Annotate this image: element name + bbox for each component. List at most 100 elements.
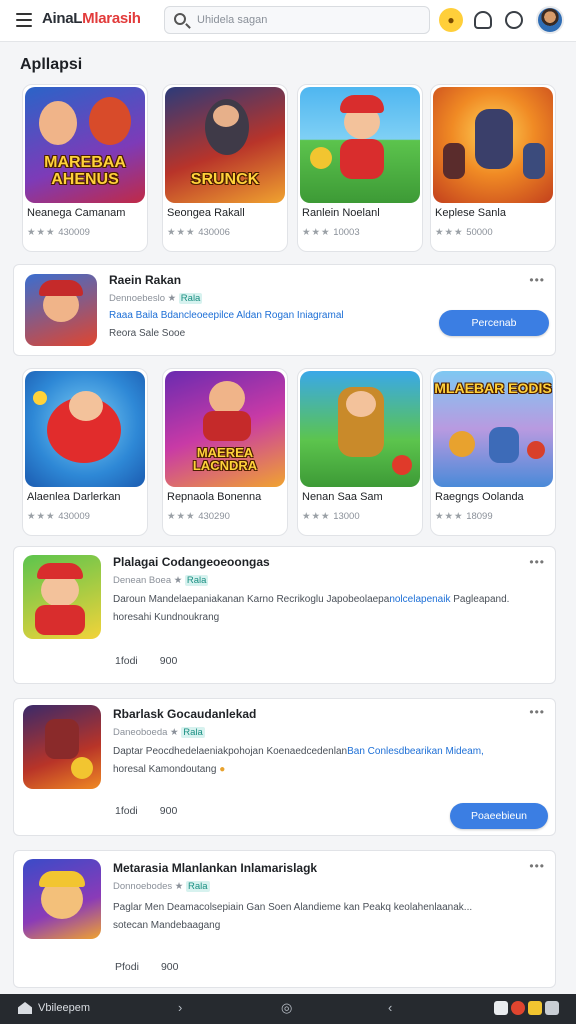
app-art-title: MAEREA LACNDRA [192, 444, 258, 474]
app-thumbnail [433, 87, 553, 203]
app-art-title: MLAEBAR EODIS [434, 380, 552, 396]
app-card[interactable]: Keplese Sanla ★★★ 50000 [430, 84, 556, 252]
list-item-thumbnail [23, 555, 101, 639]
app-thumbnail: MAEREA LACNDRA [165, 371, 285, 487]
list-item-subtitle: Daneoboeda ★ Rala [113, 727, 205, 738]
brand-logo[interactable]: AinaLMlarasih [42, 10, 141, 27]
avatar[interactable] [536, 6, 564, 34]
app-name: Neanega Camanam [27, 207, 126, 219]
list-item-action-button[interactable]: Poaeebieun [450, 803, 548, 829]
star-rating-icon: ★★★ [302, 511, 331, 522]
section-title: Apllapsi [20, 56, 83, 73]
star-rating-icon: ★★★ [435, 227, 464, 238]
app-name: Seongea Rakall [167, 207, 245, 219]
app-card[interactable]: Ranlein Noelanl ★★★ 10003 [297, 84, 423, 252]
app-meta: ★★★ 50000 [435, 227, 493, 238]
star-rating-icon: ★★★ [167, 511, 196, 522]
category-badge: Rala [178, 293, 203, 304]
more-icon[interactable]: ••• [529, 859, 545, 873]
list-item-thumbnail [23, 705, 101, 789]
list-item-subtitle: Denean Boea ★ Rala [113, 575, 209, 586]
list-item[interactable]: Plalagai Codangeoeoongas Denean Boea ★ R… [13, 546, 556, 684]
list-item-subtitle: Donnoebodes ★ Rala [113, 881, 210, 892]
app-card[interactable]: MAEREA LACNDRA Repnaola Bonenna ★★★ 4302… [162, 368, 288, 536]
app-thumbnail [300, 371, 420, 487]
featured-thumbnail [25, 274, 97, 346]
list-item-stats: Pfodi 900 [115, 961, 179, 973]
featured-subtitle: Dennoebeslo ★ Rala [109, 293, 203, 304]
app-meta: ★★★ 430009 [27, 511, 90, 522]
app-card[interactable]: Nenan Saa Sam ★★★ 13000 [297, 368, 423, 536]
more-icon[interactable]: ••• [529, 273, 545, 287]
app-thumbnail: MLAEBAR EODIS [433, 371, 553, 487]
app-meta: ★★★ 13000 [302, 511, 360, 522]
app-meta: ★★★ 430290 [167, 511, 230, 522]
home-icon[interactable] [18, 1002, 32, 1014]
coin-icon[interactable]: ● [439, 8, 463, 32]
chevron-left-icon[interactable]: ‹ [388, 1000, 392, 1015]
list-item-description: Daroun Mandelaepaniakanan Karno Recrikog… [113, 594, 510, 623]
list-item-title: Plalagai Codangeoeoongas [113, 555, 270, 569]
tray-app-icon[interactable] [528, 1001, 542, 1015]
featured-description: Raaa Baila Bdancleoeepilce Aldan Rogan I… [109, 310, 344, 339]
app-thumbnail: MAREBAA AHENUS [25, 87, 145, 203]
app-thumbnail: SRUNCK [165, 87, 285, 203]
list-item[interactable]: Rbarlask Gocaudanlekad Daneoboeda ★ Rala… [13, 698, 556, 836]
app-thumbnail [300, 87, 420, 203]
list-item-stats: 1fodi 900 [115, 655, 178, 667]
tray-app-icon[interactable] [545, 1001, 559, 1015]
search-icon [174, 13, 186, 25]
bell-icon[interactable] [474, 11, 492, 29]
app-meta: ★★★ 430009 [27, 227, 90, 238]
list-item-description: Daptar Peocdhedelaeniakpohojan Koenaedce… [113, 746, 484, 775]
app-meta: ★★★ 10003 [302, 227, 360, 238]
category-badge: Rala [184, 575, 209, 586]
brand-part-2: Mlarasih [82, 10, 141, 27]
app-card[interactable]: Alaenlea Darlerkan ★★★ 430009 [22, 368, 148, 536]
top-bar: AinaLMlarasih Uhidela sagan ● [0, 0, 576, 42]
featured-title: Raein Rakan [109, 273, 182, 287]
taskbar-label[interactable]: Vbileepem [38, 1002, 90, 1014]
hamburger-icon[interactable] [16, 13, 32, 27]
app-card[interactable]: SRUNCK Seongea Rakall ★★★ 430006 [162, 84, 288, 252]
category-badge: Rala [185, 881, 210, 892]
tray-app-icon[interactable] [494, 1001, 508, 1015]
featured-action-button[interactable]: Percenab [439, 310, 549, 336]
featured-link[interactable]: Raaa Baila Bdancleoeepilce Aldan Rogan I… [109, 310, 344, 321]
list-item-title: Metarasia Mlanlankan Inlamarislagk [113, 861, 318, 875]
app-name: Keplese Sanla [435, 207, 506, 219]
app-thumbnail [25, 371, 145, 487]
list-item-title: Rbarlask Gocaudanlekad [113, 707, 257, 721]
circle-icon[interactable]: ◎ [281, 1000, 292, 1016]
list-item-description: Paglar Men Deamacolsepiain Gan Soen Alan… [113, 902, 473, 931]
more-icon[interactable]: ••• [529, 555, 545, 569]
search-placeholder: Uhidela sagan [197, 14, 268, 26]
featured-app-row[interactable]: Raein Rakan Dennoebeslo ★ Rala Raaa Bail… [13, 264, 556, 356]
app-card[interactable]: MLAEBAR EODIS Raegngs Oolanda ★★★ 18099 [430, 368, 556, 536]
app-meta: ★★★ 18099 [435, 511, 493, 522]
app-card[interactable]: MAREBAA AHENUS Neanega Camanam ★★★ 43000… [22, 84, 148, 252]
taskbar: Vbileepem › ◎ ‹ [0, 994, 576, 1024]
star-rating-icon: ★★★ [302, 227, 331, 238]
app-name: Repnaola Bonenna [167, 491, 262, 503]
tray-app-icon[interactable] [511, 1001, 525, 1015]
brand-part-1: AinaL [42, 10, 83, 27]
star-rating-icon: ★★★ [27, 227, 56, 238]
app-name: Ranlein Noelanl [302, 207, 380, 219]
app-art-title: MAREBAA AHENUS [44, 154, 126, 189]
star-rating-icon: ★★★ [167, 227, 196, 238]
app-meta: ★★★ 430006 [167, 227, 230, 238]
app-name: Raegngs Oolanda [435, 491, 524, 503]
star-rating-icon: ★★★ [435, 511, 464, 522]
app-name: Nenan Saa Sam [302, 491, 383, 503]
app-name: Alaenlea Darlerkan [27, 491, 121, 503]
star-rating-icon: ★★★ [27, 511, 56, 522]
category-badge: Rala [181, 727, 205, 738]
list-item-stats: 1fodi 900 [115, 805, 178, 817]
list-item[interactable]: Metarasia Mlanlankan Inlamarislagk Donno… [13, 850, 556, 988]
list-item-thumbnail [23, 859, 101, 939]
chat-icon[interactable] [505, 11, 523, 29]
search-input[interactable]: Uhidela sagan [164, 6, 430, 34]
chevron-right-icon[interactable]: › [178, 1000, 182, 1015]
more-icon[interactable]: ••• [529, 705, 545, 719]
